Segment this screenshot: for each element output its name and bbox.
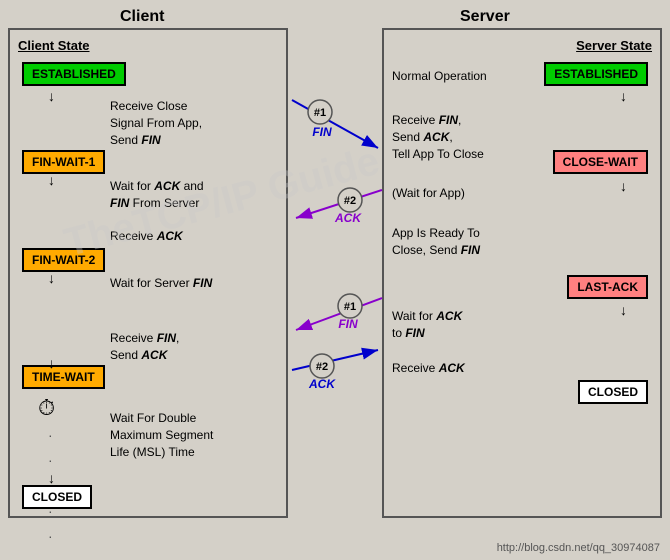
svg-text:#2: #2 xyxy=(344,195,356,207)
server-desc-2: Receive FIN,Send ACK,Tell App To Close xyxy=(392,112,547,162)
server-desc-3: (Wait for App) xyxy=(392,185,547,202)
client-desc-2: Wait for ACK andFIN From Server xyxy=(110,178,250,212)
client-arrow-4: ↓ xyxy=(48,355,55,371)
url-text: http://blog.csdn.net/qq_30974087 xyxy=(497,542,660,554)
client-desc-6: Wait For DoubleMaximum SegmentLife (MSL)… xyxy=(110,410,270,460)
client-arrow-1: ↓ xyxy=(48,88,55,104)
server-close-wait-box: CLOSE-WAIT xyxy=(553,150,648,174)
arrow-down-closed: ↓ xyxy=(48,470,55,486)
client-desc-3: Receive ACK xyxy=(110,228,250,245)
client-closed-box: CLOSED xyxy=(22,485,92,509)
client-desc-5: Receive FIN,Send ACK xyxy=(110,330,250,364)
svg-text:#1: #1 xyxy=(314,107,326,119)
server-state-title: Server State xyxy=(576,38,652,53)
client-time-wait-box: TIME-WAIT xyxy=(22,365,105,389)
client-arrow-3: ↓ xyxy=(48,270,55,286)
server-arrow-3: ↓ xyxy=(620,302,627,318)
svg-text:ACK: ACK xyxy=(308,377,336,391)
server-desc-6: Receive ACK xyxy=(392,360,547,377)
svg-text:FIN: FIN xyxy=(338,317,358,331)
server-desc-1: Normal Operation xyxy=(392,68,547,85)
server-arrow-2: ↓ xyxy=(620,178,627,194)
svg-text:#1: #1 xyxy=(344,301,356,313)
client-fin-wait-2-box: FIN-WAIT-2 xyxy=(22,248,105,272)
client-state-title: Client State xyxy=(18,38,90,53)
server-established-box: ESTABLISHED xyxy=(544,62,648,86)
client-established-box: ESTABLISHED xyxy=(22,62,126,86)
clock-icon: ⏱ xyxy=(38,395,55,421)
server-panel: Server State ESTABLISHED ↓ Normal Operat… xyxy=(382,28,662,518)
client-panel: Client State ESTABLISHED Receive CloseSi… xyxy=(8,28,288,518)
svg-text:FIN: FIN xyxy=(312,125,332,139)
client-title: Client xyxy=(120,8,164,26)
svg-text:ACK: ACK xyxy=(334,211,362,225)
client-desc-4: Wait for Server FIN xyxy=(110,275,250,292)
server-closed-box: CLOSED xyxy=(578,380,648,404)
server-desc-4: App Is Ready ToClose, Send FIN xyxy=(392,225,547,259)
client-fin-wait-1-box: FIN-WAIT-1 xyxy=(22,150,105,174)
server-title: Server xyxy=(460,8,510,26)
client-desc-1: Receive CloseSignal From App,Send FIN xyxy=(110,98,240,148)
server-last-ack-box: LAST-ACK xyxy=(567,275,648,299)
server-arrow-1: ↓ xyxy=(620,88,627,104)
svg-text:#2: #2 xyxy=(316,361,328,373)
client-arrow-2: ↓ xyxy=(48,172,55,188)
server-desc-5: Wait for ACKto FIN xyxy=(392,308,547,342)
